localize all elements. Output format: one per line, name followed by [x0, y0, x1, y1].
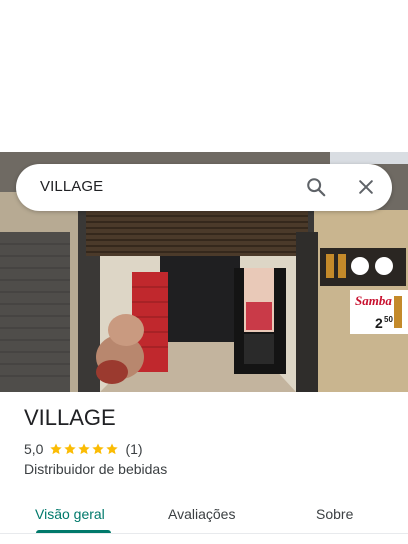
tab-bar: Visão geral Avaliações Sobre [0, 496, 408, 536]
place-category[interactable]: Distribuidor de bebidas [24, 461, 394, 477]
search-button[interactable] [302, 173, 330, 201]
rating-row[interactable]: 5,0 (1) [24, 440, 394, 458]
tab-overview[interactable]: Visão geral [35, 506, 105, 522]
poster-brand-text: Samba [355, 293, 392, 308]
search-icon [307, 178, 326, 197]
star-icon [78, 443, 91, 455]
review-count[interactable]: (1) [125, 441, 142, 457]
poster-price-cents: 50 [384, 315, 393, 324]
place-name: VILLAGE [24, 405, 116, 430]
star-icon [106, 443, 119, 455]
place-info: VILLAGE 5,0 (1) Distribuidor de bebidas [24, 404, 394, 477]
search-input[interactable]: VILLAGE [40, 178, 103, 195]
close-icon [359, 180, 373, 194]
star-icon [64, 443, 77, 455]
poster-price-main: 2 [375, 315, 383, 331]
rating-value: 5,0 [24, 441, 44, 457]
rating-stars [49, 442, 119, 456]
tab-reviews[interactable]: Avaliações [168, 506, 235, 522]
close-button[interactable] [352, 173, 380, 201]
star-icon [50, 443, 63, 455]
map-blank-area [0, 0, 408, 152]
tab-about[interactable]: Sobre [316, 506, 353, 522]
star-icon [92, 443, 105, 455]
tabs-divider [0, 533, 408, 534]
search-bar[interactable]: VILLAGE [16, 164, 392, 211]
